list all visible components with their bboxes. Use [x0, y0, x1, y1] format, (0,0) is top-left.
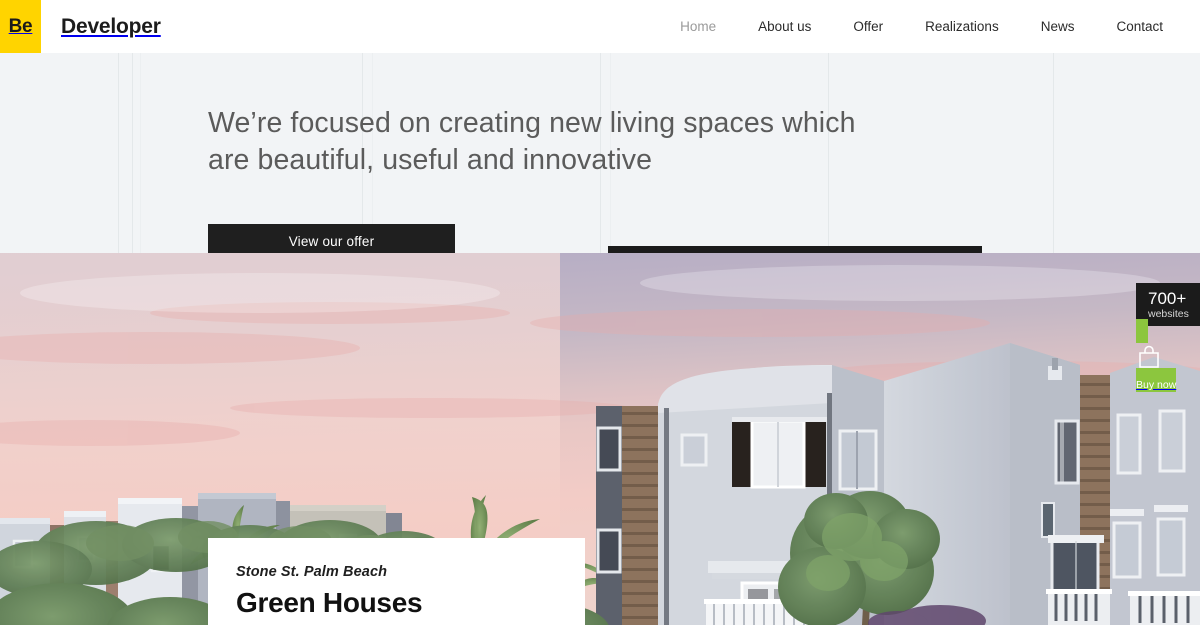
promo-widget: 700+ websites Buy now — [1136, 283, 1200, 393]
websites-count-label: websites — [1148, 308, 1189, 320]
brand-mark-icon: Be — [0, 0, 41, 53]
property-card[interactable]: Stone St. Palm Beach Green Houses — [208, 538, 585, 625]
intro-section: We’re focused on creating new living spa… — [0, 53, 1200, 253]
view-our-offer-button[interactable]: View our offer — [208, 224, 455, 253]
nav-item-home[interactable]: Home — [659, 0, 737, 53]
nav-item-realizations[interactable]: Realizations — [904, 0, 1020, 53]
brand-logo[interactable]: Be Developer — [0, 0, 161, 53]
hero-image — [0, 253, 1200, 625]
nav-item-about-us[interactable]: About us — [737, 0, 832, 53]
brand-name: Developer — [61, 14, 161, 38]
shopping-bag-icon — [1136, 344, 1200, 375]
site-header: Be Developer Home About us Offer Realiza… — [0, 0, 1200, 53]
layout-guide-line — [118, 53, 119, 253]
nav-item-news[interactable]: News — [1020, 0, 1096, 53]
property-location: Stone St. Palm Beach — [236, 564, 388, 580]
property-title: Green Houses — [236, 587, 423, 618]
page-root: Be Developer Home About us Offer Realiza… — [0, 0, 1200, 625]
layout-guide-line — [140, 53, 141, 253]
nav-item-contact[interactable]: Contact — [1095, 0, 1184, 53]
main-navigation: Home About us Offer Realizations News Co… — [659, 0, 1200, 53]
buy-now-button[interactable]: Buy now — [1136, 319, 1200, 392]
slider-progress-bar[interactable] — [608, 246, 982, 253]
buy-now-label: Buy now — [1136, 379, 1177, 391]
layout-guide-line — [1053, 53, 1054, 253]
intro-heading: We’re focused on creating new living spa… — [208, 107, 856, 176]
nav-item-offer[interactable]: Offer — [832, 0, 904, 53]
websites-count-value: 700+ — [1148, 289, 1187, 308]
layout-guide-line — [132, 53, 133, 253]
